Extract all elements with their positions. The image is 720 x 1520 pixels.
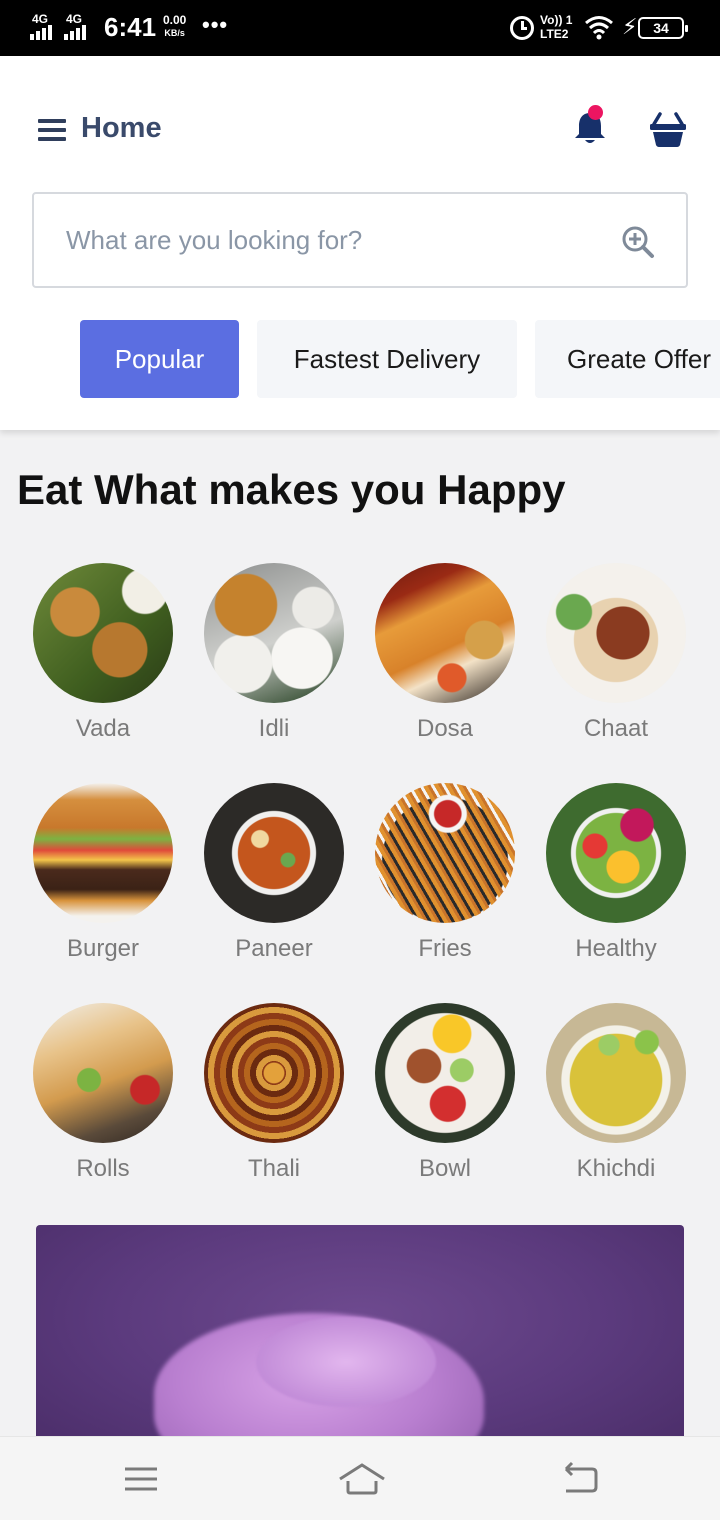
paneer-image (204, 783, 344, 923)
category-khichdi[interactable]: Khichdi (541, 1003, 691, 1183)
category-label: Fries (418, 935, 472, 962)
zoom-in-search-icon[interactable] (620, 224, 656, 260)
fries-image (375, 783, 515, 923)
notification-badge (588, 105, 603, 120)
category-label: Dosa (416, 715, 474, 742)
category-label: Idli (258, 715, 290, 742)
volte-line-1: Vo)) 1 (540, 13, 573, 27)
system-navigation-bar (0, 1436, 720, 1520)
vada-image (33, 563, 173, 703)
rolls-image (33, 1003, 173, 1143)
shopping-basket-icon[interactable] (648, 110, 688, 150)
healthy-image (546, 783, 686, 923)
speed-unit: KB/s (164, 28, 185, 38)
category-label: Rolls (76, 1155, 130, 1182)
category-label: Thali (247, 1155, 301, 1182)
filter-chip-great-offer[interactable]: Greate Offer (535, 320, 720, 398)
category-healthy[interactable]: Healthy (541, 783, 691, 963)
network-speed: 0.00 KB/s (163, 14, 186, 40)
thali-image (204, 1003, 344, 1143)
category-label: Bowl (418, 1155, 472, 1182)
category-burger[interactable]: Burger (28, 783, 178, 963)
category-paneer[interactable]: Paneer (199, 783, 349, 963)
more-notifications-icon: ••• (202, 12, 229, 37)
charging-icon: ⚡ (622, 14, 638, 39)
wifi-icon (585, 16, 613, 40)
recent-apps-icon[interactable] (121, 1461, 161, 1497)
app-header: Home Popular Fastest Delivery Greate Off… (0, 56, 720, 430)
status-bar: 4G 4G 6:41 0.00 KB/s ••• Vo)) 1 LTE2 ⚡ 3… (0, 0, 720, 56)
network-type-2: 4G (66, 12, 83, 26)
promo-banner[interactable] (36, 1225, 684, 1455)
filter-chip-fastest-delivery[interactable]: Fastest Delivery (257, 320, 517, 398)
banner-ice-cream-highlight (256, 1317, 436, 1407)
category-label: Vada (75, 715, 131, 742)
idli-image (204, 563, 344, 703)
category-chaat[interactable]: Chaat (541, 563, 691, 743)
page-title: Home (81, 112, 162, 144)
speed-value: 0.00 (163, 13, 187, 27)
search-bar (32, 192, 688, 288)
category-label: Healthy (575, 935, 657, 962)
category-thali[interactable]: Thali (199, 1003, 349, 1183)
chaat-image (546, 563, 686, 703)
hamburger-menu-icon[interactable] (38, 119, 66, 141)
alarm-icon (510, 16, 534, 40)
category-vada[interactable]: Vada (28, 563, 178, 743)
search-input[interactable] (66, 218, 586, 262)
khichdi-image (546, 1003, 686, 1143)
category-idli[interactable]: Idli (199, 563, 349, 743)
clock: 6:41 (104, 12, 157, 42)
category-label: Khichdi (576, 1155, 656, 1182)
signal-icon: 4G (64, 12, 94, 42)
category-bowl[interactable]: Bowl (370, 1003, 520, 1183)
signal-icon: 4G (30, 12, 60, 42)
section-title: Eat What makes you Happy (17, 466, 566, 513)
network-type-1: 4G (32, 12, 49, 26)
category-label: Paneer (235, 935, 313, 962)
dosa-image (375, 563, 515, 703)
home-icon[interactable] (338, 1461, 386, 1497)
category-rolls[interactable]: Rolls (28, 1003, 178, 1183)
filter-chip-popular[interactable]: Popular (80, 320, 239, 398)
volte-indicator: Vo)) 1 LTE2 (540, 13, 572, 41)
category-label: Chaat (583, 715, 649, 742)
category-label: Burger (66, 935, 140, 962)
back-icon[interactable] (560, 1461, 600, 1497)
category-fries[interactable]: Fries (370, 783, 520, 963)
burger-image (33, 783, 173, 923)
network-indicators: 4G 4G (30, 12, 94, 42)
category-dosa[interactable]: Dosa (370, 563, 520, 743)
battery-icon: 34 (638, 17, 688, 39)
bowl-image (375, 1003, 515, 1143)
volte-line-2: LTE2 (540, 27, 569, 41)
